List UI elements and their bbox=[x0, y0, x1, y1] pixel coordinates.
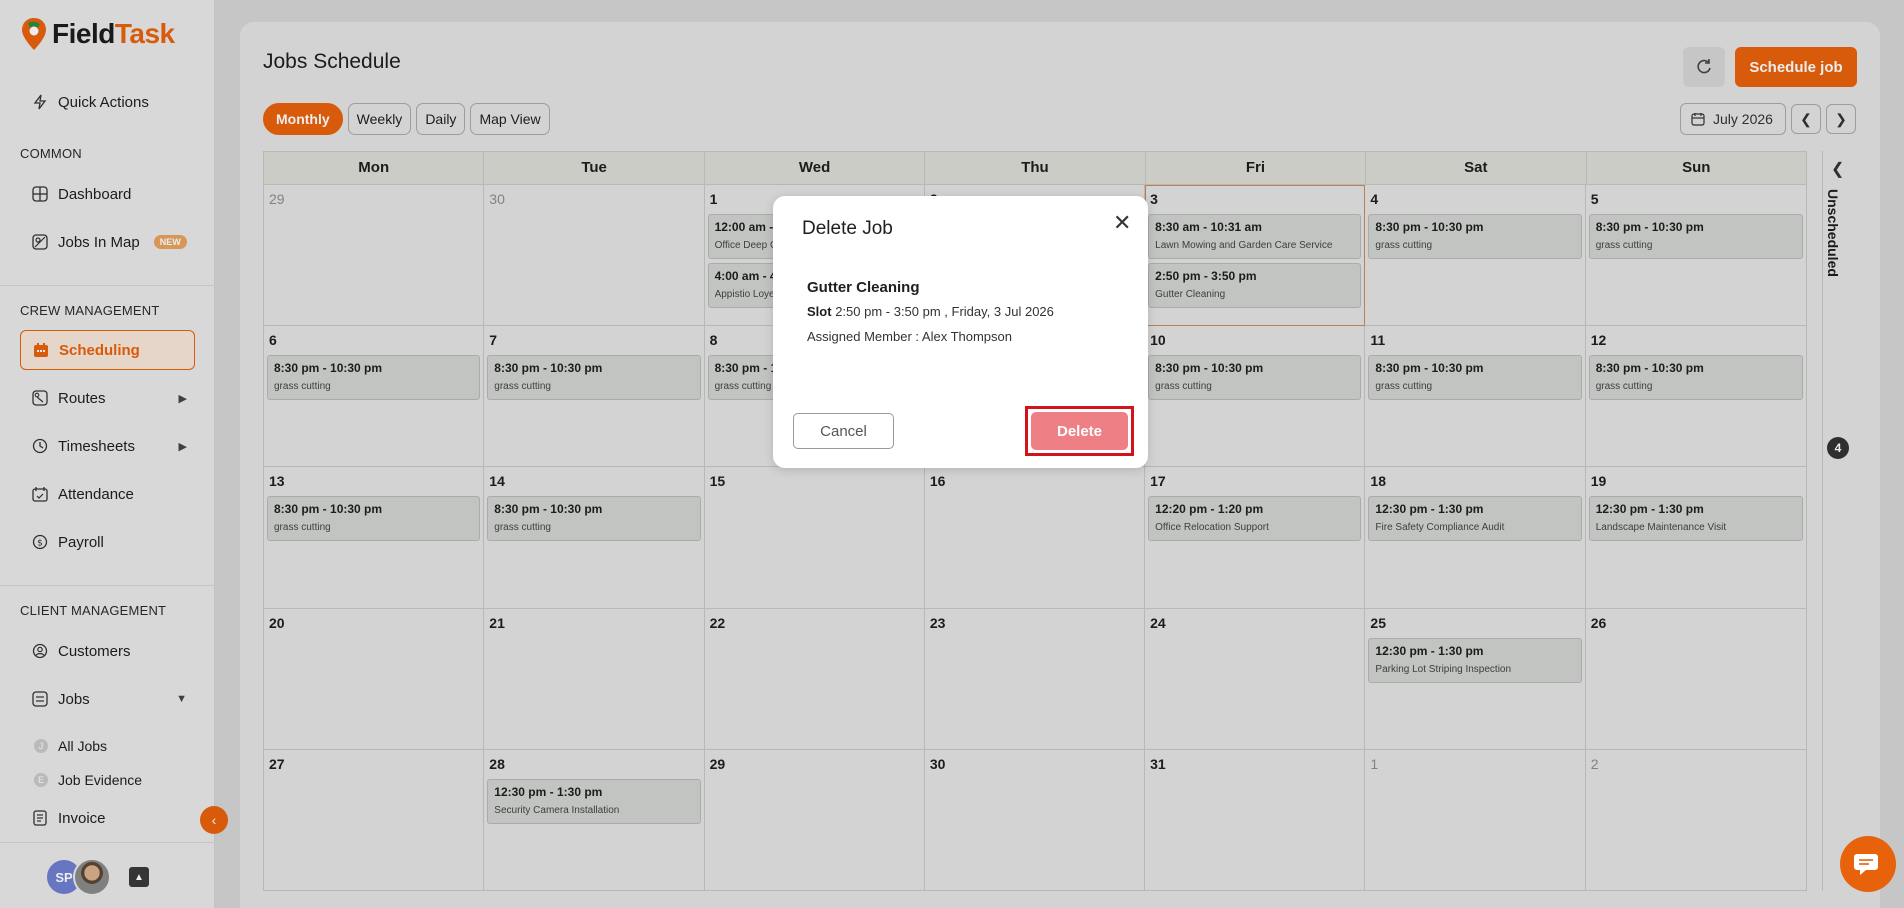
member-value: Alex Thompson bbox=[921, 329, 1012, 344]
slot-value: 2:50 pm - 3:50 pm , Friday, 3 Jul 2026 bbox=[835, 304, 1054, 319]
cancel-button[interactable]: Cancel bbox=[793, 413, 894, 449]
slot-label: Slot bbox=[807, 304, 832, 319]
delete-job-dialog: Delete Job ✕ Gutter Cleaning Slot 2:50 p… bbox=[773, 196, 1148, 468]
delete-button[interactable]: Delete bbox=[1031, 412, 1128, 450]
close-icon[interactable]: ✕ bbox=[1113, 212, 1131, 234]
assigned-member: Assigned Member : Alex Thompson bbox=[807, 329, 1012, 344]
member-label: Assigned Member : bbox=[807, 329, 919, 344]
job-slot: Slot 2:50 pm - 3:50 pm , Friday, 3 Jul 2… bbox=[807, 304, 1054, 319]
dialog-title: Delete Job bbox=[802, 218, 893, 239]
chat-button[interactable] bbox=[1840, 836, 1896, 892]
chat-icon bbox=[1854, 854, 1878, 875]
job-name: Gutter Cleaning bbox=[807, 279, 920, 296]
delete-highlight: Delete bbox=[1025, 406, 1134, 456]
